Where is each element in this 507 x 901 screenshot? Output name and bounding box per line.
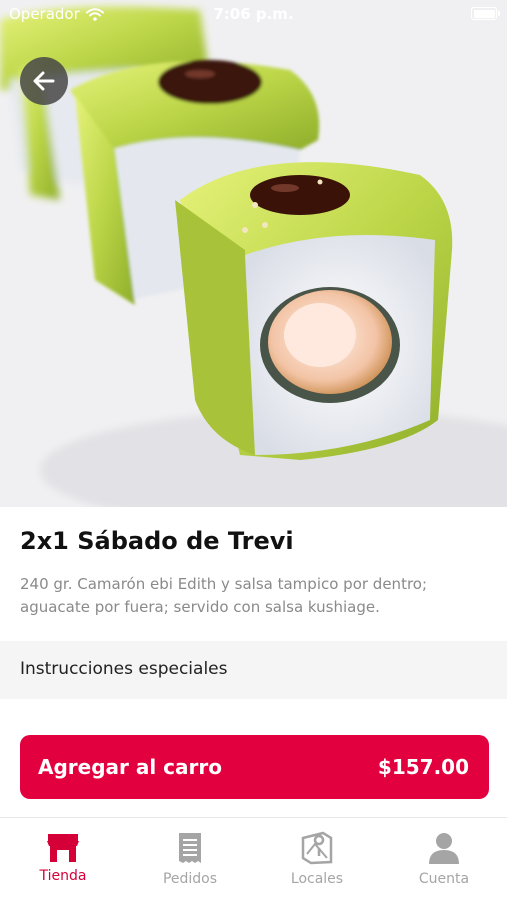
add-to-cart-button[interactable]: Agregar al carro $157.00 [20, 735, 489, 799]
tab-bar: Tienda Pedidos Locales Cuenta [0, 817, 507, 901]
add-to-cart-price: $157.00 [377, 755, 469, 779]
product-description: 240 gr. Camarón ebi Edith y salsa tampic… [20, 575, 428, 616]
tab-pedidos[interactable]: Pedidos [127, 818, 253, 901]
store-icon [47, 834, 79, 862]
special-instructions-label: Instrucciones especiales [20, 659, 228, 679]
tab-label: Pedidos [162, 871, 218, 887]
tab-label: Cuenta [418, 871, 470, 887]
tab-cuenta[interactable]: Cuenta [381, 818, 507, 901]
status-time: 7:06 p.m. [213, 5, 294, 23]
tab-label: Locales [290, 871, 344, 887]
status-bar: Operador 7:06 p.m. [0, 0, 507, 28]
sushi-roll-illustration [0, 0, 507, 507]
arrow-left-icon [33, 71, 55, 91]
receipt-icon [179, 833, 201, 863]
map-icon [301, 831, 333, 865]
user-icon [429, 833, 459, 864]
back-button[interactable] [20, 57, 68, 105]
tab-label: Tienda [39, 868, 87, 884]
tab-locales[interactable]: Locales [254, 818, 380, 901]
add-to-cart-label: Agregar al carro [38, 755, 222, 779]
battery-icon [471, 7, 500, 20]
special-instructions-field[interactable]: Instrucciones especiales [0, 641, 507, 699]
product-title: 2x1 Sábado de Trevi [20, 527, 294, 555]
tab-tienda[interactable]: Tienda [0, 818, 126, 901]
product-image [0, 0, 507, 507]
